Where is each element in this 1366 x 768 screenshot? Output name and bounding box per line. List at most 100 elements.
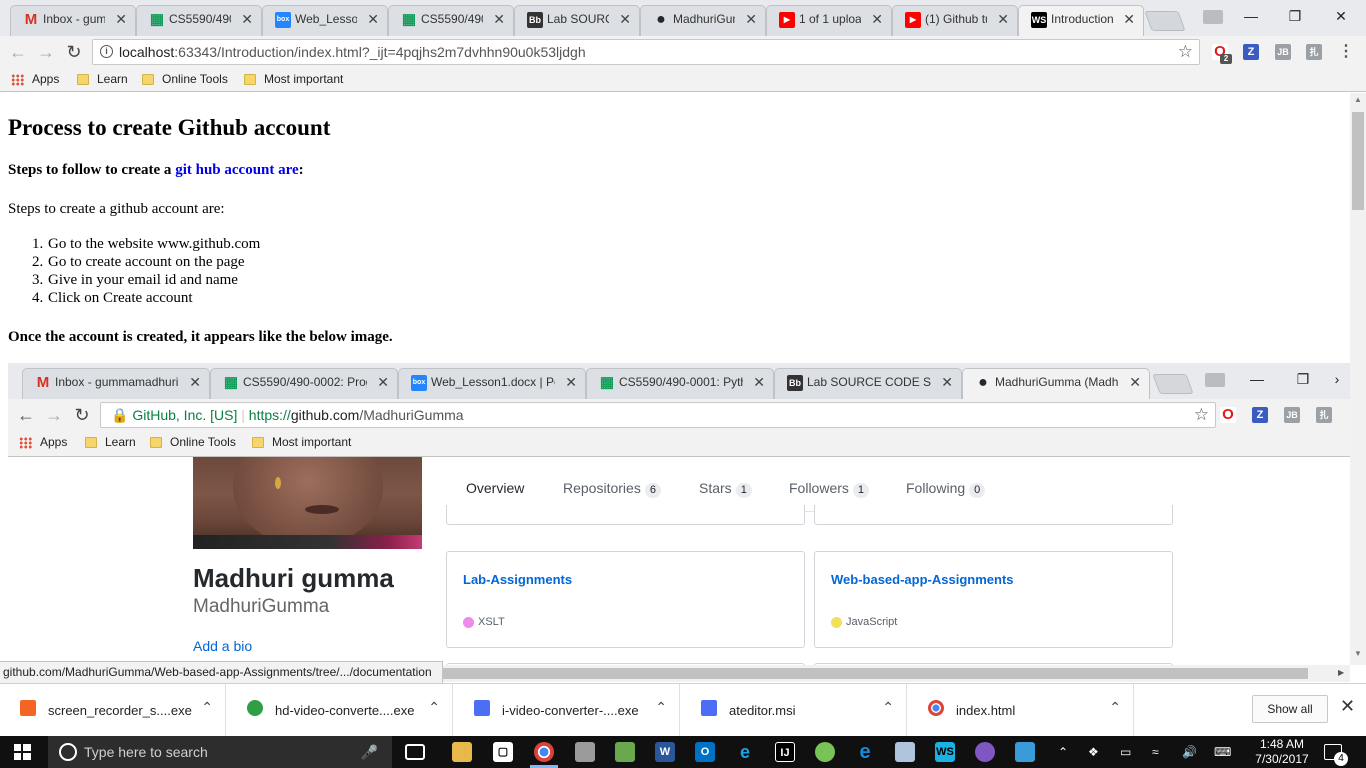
microphone-icon[interactable]: 🎤 (361, 736, 378, 768)
browser-tab: Bb Lab SOURCE CODE Subi ✕ (774, 368, 962, 399)
webstorm-icon[interactable]: WS (935, 742, 955, 762)
scroll-down-arrow-icon[interactable]: ▼ (1354, 649, 1362, 658)
vertical-scroll-thumb[interactable] (1352, 112, 1364, 210)
browser-tab[interactable]: ▦ CS5590/490 ✕ (388, 5, 514, 36)
network-app-icon[interactable] (1015, 742, 1035, 762)
chevron-up-icon[interactable]: ⌃ (428, 699, 440, 716)
download-item[interactable]: hd-video-converte....exe ⌃ (227, 684, 453, 737)
browser-tab[interactable]: ▶ (1) Github tu ✕ (892, 5, 1018, 36)
show-all-downloads-button[interactable]: Show all (1252, 695, 1328, 723)
browser-tab: ▦ CS5590/490-0001: Pyth ✕ (586, 368, 774, 399)
app-icon[interactable] (975, 742, 995, 762)
close-tab-icon[interactable]: ✕ (115, 6, 127, 33)
browser-tab[interactable]: M Inbox - gum ✕ (10, 5, 136, 36)
favicon: ▦ (599, 374, 615, 391)
internet-explorer-icon[interactable]: e (735, 742, 755, 762)
steps-list: 1. Go to the website www.github.com 2. Go … (32, 235, 260, 307)
chevron-up-icon[interactable]: ⌃ (655, 699, 667, 716)
close-tab-icon[interactable]: ✕ (745, 6, 757, 33)
zotero-extension-icon: Z (1252, 407, 1268, 423)
jetbrains-extension-icon[interactable]: JB (1275, 44, 1291, 60)
bookmark-apps[interactable]: Apps (10, 72, 59, 88)
restore-button[interactable]: ❐ (1272, 0, 1318, 32)
notepad-icon[interactable] (615, 742, 635, 762)
chevron-up-icon[interactable]: ⌃ (201, 699, 213, 716)
profile-icon (1192, 363, 1238, 395)
paint-icon[interactable] (895, 742, 915, 762)
close-tab-icon[interactable]: ✕ (493, 6, 505, 33)
new-tab-button[interactable] (1144, 11, 1186, 31)
tab-title: CS5590/490-0001: Pyth (619, 375, 743, 389)
browser-tab: box Web_Lesson1.docx | Pov ✕ (398, 368, 586, 399)
download-item[interactable]: index.html ⌃ (908, 684, 1134, 737)
back-button[interactable]: ← (6, 41, 30, 65)
info-icon[interactable]: i (100, 45, 113, 58)
snipping-tool-icon[interactable] (575, 742, 595, 762)
edge-icon[interactable]: e (855, 742, 875, 762)
github-account-link[interactable]: git hub account are (175, 162, 298, 178)
download-item[interactable]: i-video-converter-....exe ⌃ (454, 684, 680, 737)
browser-tab[interactable]: box Web_Lesson ✕ (262, 5, 388, 36)
dropbox-icon[interactable]: ❖ (1088, 736, 1099, 768)
new-tab-button (1152, 374, 1194, 394)
bookmark-star-icon[interactable]: ☆ (1178, 40, 1193, 64)
intellij-icon[interactable]: IJ (775, 742, 795, 762)
close-tab-icon[interactable]: ✕ (241, 6, 253, 33)
url-rest: :63343/Introduction/index.html?_ijt=4pqj… (174, 44, 586, 60)
store-icon[interactable]: ▢ (493, 742, 513, 762)
extension-icon[interactable]: 扎 (1306, 44, 1322, 60)
close-downloads-icon[interactable]: ✕ (1340, 696, 1355, 717)
scroll-right-arrow-icon[interactable]: ▶ (1338, 668, 1344, 677)
zotero-extension-icon[interactable]: Z (1243, 44, 1259, 60)
bookmark-folder-most-important[interactable]: Most important (242, 72, 343, 88)
android-studio-icon[interactable] (815, 742, 835, 762)
bookmark-folder-learn[interactable]: Learn (75, 72, 128, 88)
browser-tab[interactable]: WS Introduction ✕ (1018, 5, 1144, 36)
folder-icon (252, 437, 264, 448)
windows-start-icon[interactable] (14, 744, 31, 760)
bookmark-apps: Apps (18, 435, 67, 451)
close-tab-icon[interactable]: ✕ (619, 6, 631, 33)
favicon: ▦ (223, 374, 239, 391)
close-tab-icon[interactable]: ✕ (367, 6, 379, 33)
reload-button[interactable]: ↻ (62, 41, 86, 65)
tray-chevron-up-icon[interactable]: ⌃ (1058, 736, 1068, 768)
volume-icon[interactable]: 🔊 (1182, 736, 1197, 768)
repo-language: XSLT (463, 616, 505, 628)
task-view-icon[interactable] (405, 744, 425, 760)
menu-icon[interactable]: ⋮ (1338, 44, 1354, 60)
close-tab-icon[interactable]: ✕ (997, 6, 1009, 33)
close-window-button[interactable]: ✕ (1318, 0, 1364, 32)
folder-icon (142, 74, 154, 85)
wifi-icon[interactable]: ≈ (1152, 736, 1159, 768)
close-tab-icon[interactable]: ✕ (871, 6, 883, 33)
youtube-icon: ▶ (905, 12, 921, 28)
repo-language: JavaScript (831, 616, 897, 628)
browser-tab[interactable]: ▶ 1 of 1 uploa ✕ (766, 5, 892, 36)
browser-tab[interactable]: ● MadhuriGum ✕ (640, 5, 766, 36)
scroll-up-arrow-icon[interactable]: ▲ (1354, 95, 1362, 104)
tab-title: Inbox - gum (43, 12, 105, 26)
system-clock[interactable]: 1:48 AM 7/30/2017 (1252, 737, 1312, 767)
chrome-taskbar-icon[interactable] (534, 742, 554, 762)
address-bar[interactable]: i localhost:63343/Introduction/index.htm… (92, 39, 1200, 65)
taskbar-search-box[interactable]: Type here to search 🎤 (48, 736, 392, 768)
battery-icon[interactable]: ▭ (1120, 736, 1131, 768)
browser-tab[interactable]: ▦ CS5590/490 ✕ (136, 5, 262, 36)
word-icon[interactable]: W (655, 742, 675, 762)
chevron-up-icon[interactable]: ⌃ (1109, 699, 1121, 716)
download-item[interactable]: screen_recorder_s....exe ⌃ (0, 684, 226, 737)
tab-followers: Followers 1 (789, 480, 870, 498)
outlook-icon[interactable]: O (695, 742, 715, 762)
file-explorer-icon[interactable] (452, 742, 472, 762)
forward-button[interactable]: → (34, 41, 58, 65)
close-tab-icon[interactable]: ✕ (1123, 6, 1135, 33)
converter-icon (247, 700, 263, 716)
chevron-up-icon[interactable]: ⌃ (882, 699, 894, 716)
tab-overview: Overview (466, 480, 525, 496)
bookmark-folder-online-tools[interactable]: Online Tools (140, 72, 228, 88)
keyboard-icon[interactable]: ⌨ (1214, 736, 1231, 768)
browser-tab[interactable]: Bb Lab SOURCE ✕ (514, 5, 640, 36)
download-item[interactable]: ateditor.msi ⌃ (681, 684, 907, 737)
minimize-button[interactable]: — (1228, 0, 1274, 32)
